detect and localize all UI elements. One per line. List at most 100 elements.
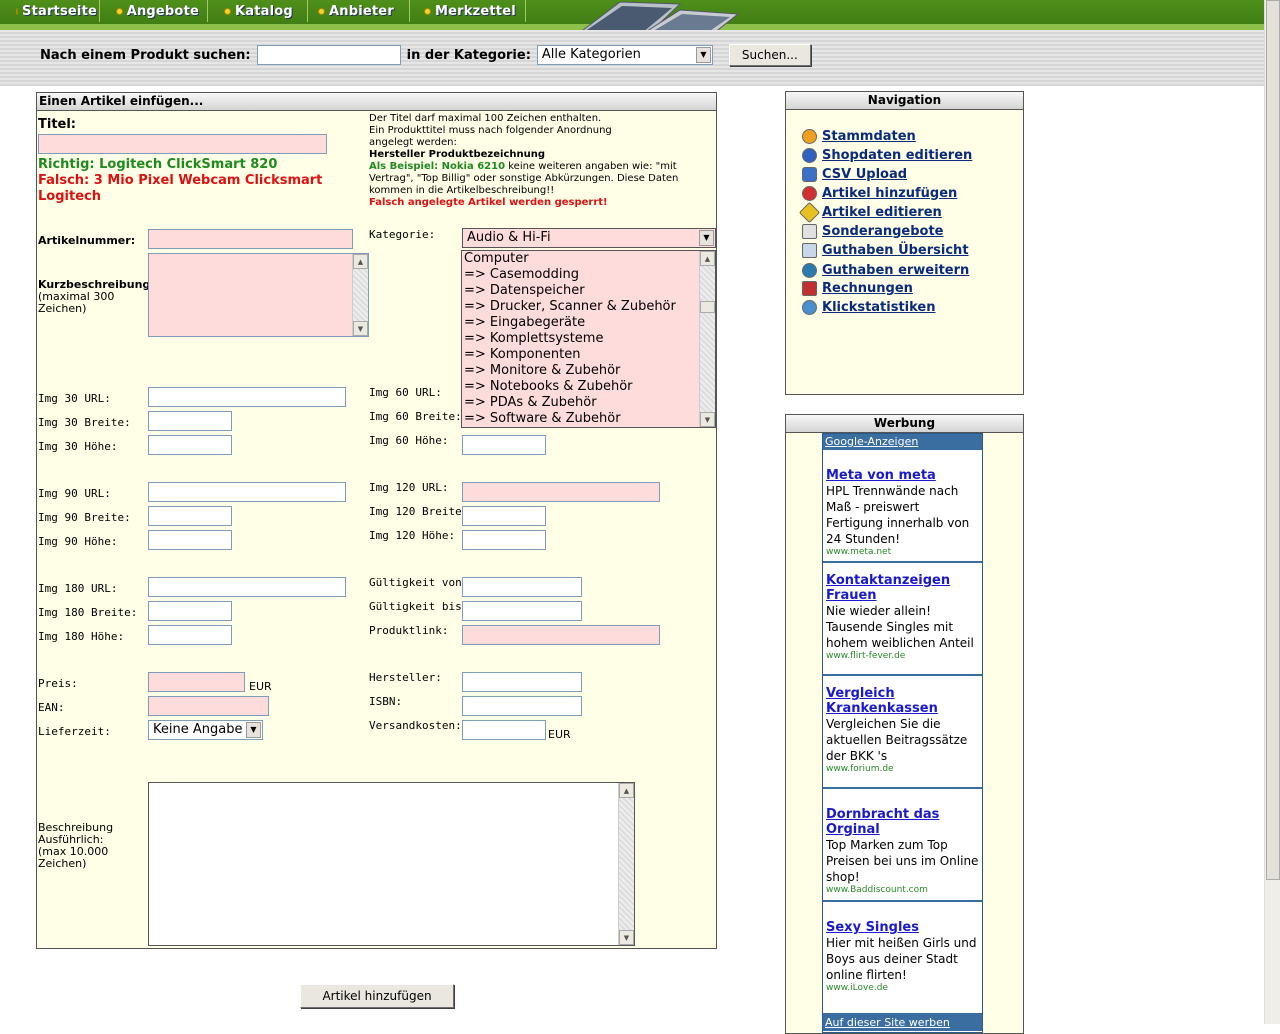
scroll-down-icon[interactable]: ▼	[619, 930, 634, 945]
nav-link-klickstatistiken[interactable]: Klickstatistiken	[802, 300, 936, 315]
ad-item[interactable]: Vergleich Krankenkassen Vergleichen Sie …	[823, 676, 982, 789]
add-article-button[interactable]: Artikel hinzufügen	[300, 984, 454, 1008]
kategorie-option[interactable]: => Drucker, Scanner & Zubehör	[462, 299, 700, 315]
page-scroll-thumb[interactable]	[1266, 0, 1280, 880]
img90-breite-label: Img 90 Breite:	[38, 511, 131, 524]
scroll-down-icon[interactable]: ▼	[353, 321, 368, 336]
kategorie-option[interactable]: => Casemodding	[462, 267, 700, 283]
page-scrollbar[interactable]	[1264, 0, 1280, 1024]
nav-link-guthaben-erweitern[interactable]: Guthaben erweitern	[802, 263, 969, 278]
nav-link-stammdaten[interactable]: Stammdaten	[802, 129, 916, 144]
titel-input[interactable]	[38, 134, 327, 154]
textarea-scrollbar[interactable]: ▲ ▼	[618, 783, 634, 945]
preis-input[interactable]	[148, 672, 245, 692]
ad-item[interactable]: Meta von meta HPL Trennwände nach Maß - …	[823, 450, 982, 563]
listbox-scroll-thumb[interactable]	[700, 301, 715, 313]
nav-link-artikel-editieren[interactable]: Artikel editieren	[798, 201, 942, 224]
artikelnummer-input[interactable]	[148, 229, 353, 249]
kategorie-option[interactable]: => Datenspeicher	[462, 283, 700, 299]
img120-breite-input[interactable]	[462, 506, 546, 526]
gueltig-von-input[interactable]	[462, 577, 582, 597]
textarea-scrollbar[interactable]: ▲ ▼	[352, 254, 368, 336]
nav-tab-katalog[interactable]: Katalog	[216, 0, 308, 22]
img180-url-input[interactable]	[148, 577, 346, 597]
img90-url-input[interactable]	[148, 482, 346, 502]
img120-url-input[interactable]	[462, 482, 660, 502]
search-button[interactable]: Suchen...	[728, 44, 811, 66]
nav-tab-startseite[interactable]: Startseite	[8, 0, 100, 22]
img90-breite-input[interactable]	[148, 506, 232, 526]
img90-url-label: Img 90 URL:	[38, 487, 111, 500]
navigation-title: Navigation	[786, 92, 1023, 110]
nav-link-guthaben-uebersicht[interactable]: Guthaben Übersicht	[802, 243, 969, 258]
kategorie-option[interactable]: => Monitore & Zubehör	[462, 363, 700, 379]
img30-hoehe-input[interactable]	[148, 435, 232, 455]
bullet-icon	[116, 7, 123, 15]
listbox-scrollbar[interactable]: ▲ ▼	[699, 251, 715, 427]
ad-item[interactable]: Dornbracht das Orginal Top Marken zum To…	[823, 789, 982, 902]
chevron-down-icon: ▼	[699, 230, 714, 246]
gueltig-bis-label: Gültigkeit bis:	[369, 600, 469, 613]
kategorie-listbox[interactable]: Computer => Casemodding => Datenspeicher =>…	[461, 250, 716, 428]
kategorie-option[interactable]: => Komplettsysteme	[462, 331, 700, 347]
img180-breite-label: Img 180 Breite:	[38, 606, 138, 619]
ad-item[interactable]: Kontaktanzeigen Frauen Nie wieder allein…	[823, 563, 982, 676]
nav-link-csv-upload[interactable]: CSV Upload	[802, 167, 907, 182]
img90-hoehe-input[interactable]	[148, 530, 232, 550]
versandkosten-currency: EUR	[548, 728, 571, 741]
img60-breite-label: Img 60 Breite:	[369, 410, 462, 423]
img180-hoehe-input[interactable]	[148, 625, 232, 645]
img30-url-label: Img 30 URL:	[38, 392, 111, 405]
img30-breite-label: Img 30 Breite:	[38, 416, 131, 429]
versandkosten-input[interactable]	[462, 720, 546, 740]
ads-footer-link[interactable]: Auf dieser Site werben	[823, 1015, 982, 1031]
google-ads-header[interactable]: Google-Anzeigen	[823, 434, 982, 450]
beschreibung-textarea[interactable]: ▲ ▼	[148, 782, 635, 946]
img30-hoehe-label: Img 30 Höhe:	[38, 440, 118, 453]
nav-link-artikel-hinzufuegen[interactable]: Artikel hinzufügen	[802, 186, 957, 201]
bullet-icon	[16, 7, 18, 15]
kategorie-select[interactable]: Audio & Hi-Fi ▼	[462, 228, 716, 248]
ean-input[interactable]	[148, 696, 269, 716]
nav-tab-anbieter[interactable]: Anbieter	[310, 0, 410, 22]
category-select[interactable]: Alle Kategorien ▼	[536, 45, 713, 65]
ean-label: EAN:	[38, 701, 65, 714]
img60-hoehe-label: Img 60 Höhe:	[369, 434, 449, 447]
nav-tab-merkzettel[interactable]: Merkzettel	[416, 0, 526, 22]
kategorie-option[interactable]: Computer	[462, 251, 700, 267]
nav-link-rechnungen[interactable]: Rechnungen	[802, 281, 913, 296]
list-icon	[802, 243, 817, 258]
img30-breite-input[interactable]	[148, 411, 232, 431]
chevron-down-icon: ▼	[695, 47, 711, 63]
scroll-up-icon[interactable]: ▲	[700, 251, 715, 266]
search-input[interactable]	[256, 45, 401, 65]
scroll-up-icon[interactable]: ▲	[619, 783, 634, 798]
nav-link-shopdaten[interactable]: Shopdaten editieren	[802, 148, 972, 163]
gueltig-bis-input[interactable]	[462, 601, 582, 621]
isbn-input[interactable]	[462, 696, 582, 716]
kurzbeschreibung-hint-cont: Zeichen)	[38, 302, 87, 315]
produktlink-input[interactable]	[462, 625, 660, 645]
kategorie-option[interactable]: => PDAs & Zubehör	[462, 395, 700, 411]
ad-item[interactable]: Sexy Singles Hier mit heißen Girls und B…	[823, 902, 982, 1015]
nav-link-sonderangebote[interactable]: Sonderangebote	[802, 224, 944, 239]
img60-hoehe-input[interactable]	[462, 435, 546, 455]
kategorie-option[interactable]: => Komponenten	[462, 347, 700, 363]
lieferzeit-select[interactable]: Keine Angabe ▼	[148, 720, 263, 740]
kategorie-option[interactable]: => Software & Zubehör	[462, 411, 700, 427]
img120-hoehe-input[interactable]	[462, 530, 546, 550]
kurzbeschreibung-textarea[interactable]: ▲ ▼	[148, 253, 369, 337]
document-icon	[802, 224, 817, 239]
add-icon	[802, 186, 817, 201]
nav-tab-angebote[interactable]: Angebote	[108, 0, 208, 22]
img180-breite-input[interactable]	[148, 601, 232, 621]
scroll-down-icon[interactable]: ▼	[700, 412, 715, 427]
kategorie-option[interactable]: => Eingabegeräte	[462, 315, 700, 331]
scroll-up-icon[interactable]: ▲	[353, 254, 368, 269]
titel-label: Titel:	[38, 117, 77, 132]
hersteller-input[interactable]	[462, 672, 582, 692]
kategorie-option[interactable]: => Notebooks & Zubehör	[462, 379, 700, 395]
ads-title: Werbung	[786, 415, 1023, 433]
img30-url-input[interactable]	[148, 387, 346, 407]
img120-breite-label: Img 120 Breite:	[369, 505, 469, 518]
